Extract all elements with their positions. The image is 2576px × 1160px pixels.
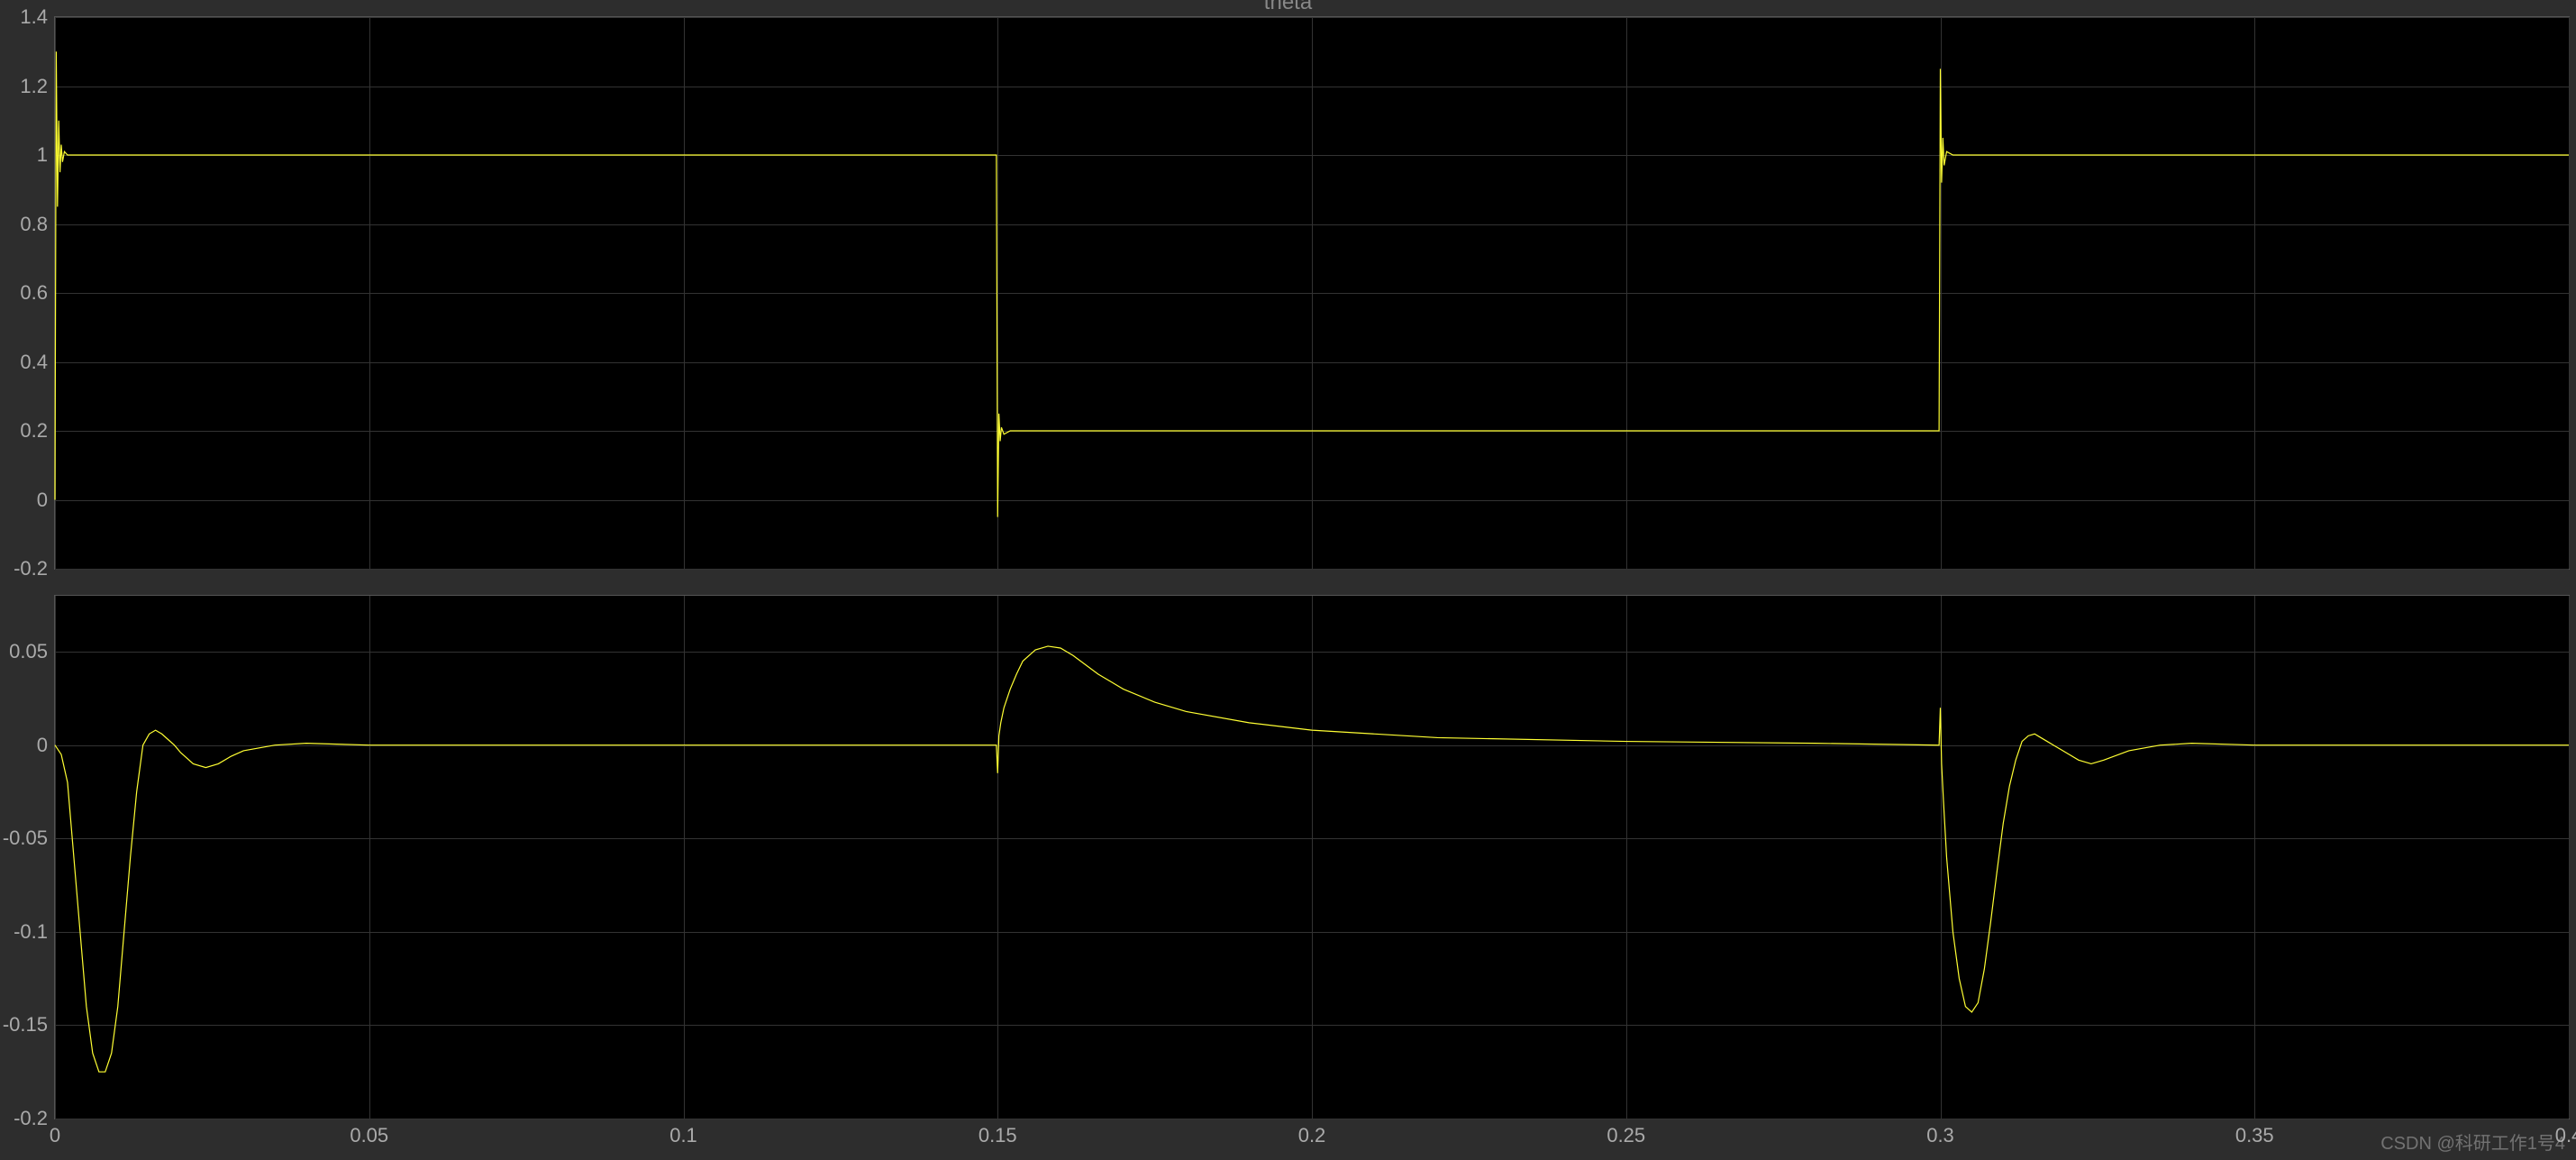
x-tick-label: 0.2 bbox=[1298, 1119, 1326, 1147]
y-tick-label: 0.05 bbox=[9, 640, 55, 663]
y-tick-label: 0.8 bbox=[20, 213, 55, 236]
x-tick-label: 0.25 bbox=[1607, 1119, 1645, 1147]
chart-title: theta bbox=[0, 0, 2576, 13]
gridline-v bbox=[2569, 596, 2570, 1119]
y-tick-label: 0 bbox=[37, 489, 55, 512]
y-tick-label: 1 bbox=[37, 143, 55, 167]
y-tick-label: -0.15 bbox=[3, 1013, 55, 1037]
y-tick-label: -0.2 bbox=[14, 557, 55, 580]
y-tick-label: 1.2 bbox=[20, 75, 55, 98]
y-tick-label: 1.4 bbox=[20, 5, 55, 29]
gridline-v bbox=[2569, 17, 2570, 569]
y-tick-label: 0.2 bbox=[20, 419, 55, 443]
y-tick-label: 0 bbox=[37, 734, 55, 757]
y-tick-label: -0.1 bbox=[14, 920, 55, 944]
plot-2[interactable]: -0.2-0.15-0.1-0.0500.0500.050.10.150.20.… bbox=[54, 595, 2570, 1119]
series-line bbox=[55, 17, 2569, 569]
x-tick-label: 0.1 bbox=[669, 1119, 697, 1147]
series-line bbox=[55, 596, 2569, 1119]
y-tick-label: 0.6 bbox=[20, 281, 55, 305]
x-tick-label: 0 bbox=[50, 1119, 60, 1147]
x-tick-label: 0.05 bbox=[350, 1119, 388, 1147]
plot-1[interactable]: -0.200.20.40.60.811.21.4 bbox=[54, 16, 2570, 570]
y-tick-label: 0.4 bbox=[20, 351, 55, 374]
x-tick-label: 0.35 bbox=[2235, 1119, 2274, 1147]
watermark: CSDN @科研工作1号4 bbox=[2380, 1128, 2565, 1155]
x-tick-label: 0.3 bbox=[1926, 1119, 1954, 1147]
gridline-h bbox=[55, 569, 2569, 570]
y-tick-label: -0.05 bbox=[3, 827, 55, 850]
x-tick-label: 0.15 bbox=[979, 1119, 1017, 1147]
